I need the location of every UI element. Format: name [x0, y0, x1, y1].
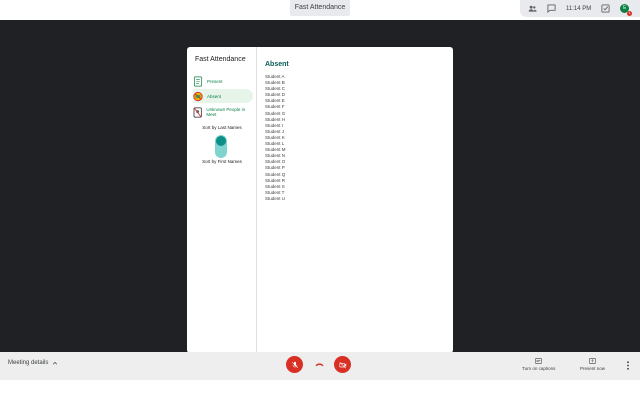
present-now-label: Present now	[580, 366, 606, 371]
unknown-person-icon	[193, 107, 202, 118]
meet-status-panel: 11:14 PM E 1	[520, 0, 640, 17]
sort-first-names-label: Sort by First Names	[202, 159, 242, 164]
attendance-sidebar: Fast Attendance Present Absent Unknown P…	[187, 47, 257, 353]
captions-icon	[535, 358, 543, 364]
present-now-button[interactable]: Present now	[580, 358, 605, 371]
hang-up-button[interactable]	[313, 361, 326, 368]
mic-off-button[interactable]	[286, 356, 303, 373]
no-entry-icon	[193, 91, 203, 101]
phone-hangup-icon	[315, 363, 324, 367]
meeting-details-label: Meeting details	[8, 360, 49, 366]
avatar-initial: E	[623, 5, 627, 11]
mic-off-icon	[291, 361, 298, 368]
student-list-item: Student Q	[265, 171, 286, 177]
meet-bottom-bar: Meeting details Turn on captions Present…	[0, 352, 640, 380]
sort-toggle[interactable]	[215, 135, 227, 158]
student-list: Student A Student B Student C Student D Stud…	[265, 74, 289, 202]
user-avatar[interactable]: E 1	[620, 4, 633, 16]
present-screen-icon	[589, 358, 596, 364]
extension-title-pill[interactable]: Fast Attendance	[290, 0, 350, 16]
nav-present[interactable]: Present	[193, 74, 253, 88]
student-list-item: Student U	[265, 195, 286, 201]
app-title: Fast Attendance	[195, 56, 246, 63]
captions-label: Turn on captions	[522, 366, 556, 371]
camera-off-button[interactable]	[334, 356, 351, 373]
meeting-details-button[interactable]: Meeting details	[8, 360, 58, 366]
nav-absent-label: Absent	[207, 93, 222, 99]
chat-icon[interactable]	[547, 4, 556, 13]
sort-toggle-knob[interactable]	[216, 136, 226, 146]
extension-icon[interactable]	[601, 4, 610, 13]
sort-last-names-label: Sort by Last Names	[202, 125, 242, 130]
camera-off-icon	[338, 361, 346, 368]
attendance-dialog: Fast Attendance Present Absent Unknown P…	[187, 47, 453, 353]
section-title: Absent	[265, 61, 289, 68]
more-options-icon[interactable]	[626, 361, 630, 370]
attendance-content: Absent Student A Student B Student C Studen…	[265, 61, 289, 202]
student-list-item: Student G	[265, 110, 286, 116]
nav-unknown-label: Unknown People in Meet	[206, 107, 246, 117]
captions-button[interactable]: Turn on captions	[522, 358, 555, 371]
page-bottom-strip	[0, 380, 640, 400]
notification-badge: 1	[627, 11, 633, 16]
clipboard-icon	[193, 76, 203, 86]
clock-time: 11:14 PM	[566, 5, 592, 12]
nav-present-label: Present	[207, 78, 223, 84]
nav-absent[interactable]: Absent	[193, 89, 253, 103]
chevron-up-icon	[53, 361, 58, 365]
people-icon[interactable]	[528, 4, 537, 13]
nav-unknown-people[interactable]: Unknown People in Meet	[193, 105, 253, 123]
